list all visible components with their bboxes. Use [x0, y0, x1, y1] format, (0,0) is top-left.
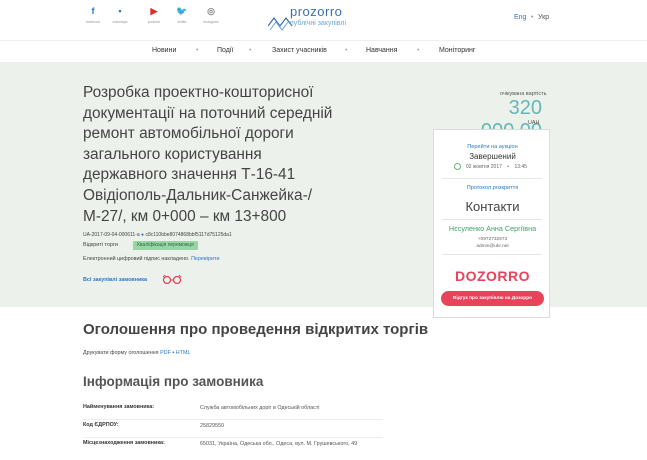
main-nav: Новини • Події • Захист учасників • Навч…	[0, 40, 647, 63]
nav-news[interactable]: Новини	[152, 47, 176, 54]
info-key: Найменування замовника:	[83, 404, 155, 410]
info-row: Код ЄДРПОУ: 25829550	[83, 422, 383, 438]
auction-time: 13:45	[514, 164, 527, 170]
announcement-heading: Оголошення про проведення відкритих торг…	[83, 321, 429, 338]
lang-separator: •	[531, 14, 534, 21]
separator-dot: •	[172, 350, 175, 356]
status-badge: Кваліфікація переможця	[133, 241, 198, 250]
tender-sidebar-card: Перейти на аукціон Завершений 02 жовтня …	[433, 129, 550, 318]
divider	[442, 254, 542, 255]
procedure-type: Відкриті торги	[83, 242, 118, 248]
nav-dot: •	[345, 47, 348, 54]
print-form-line: Друкувати форму оголошення PDF • HTML	[83, 350, 190, 356]
info-key: Місцезнаходження замовника:	[83, 440, 165, 446]
social-label: youtube	[147, 20, 161, 24]
print-label: Друкувати форму оголошення	[83, 350, 159, 356]
contact-name: Нєсуленко Анна Сергіївна	[448, 224, 537, 233]
instagram-icon: ◎	[207, 6, 215, 16]
auction-link[interactable]: Перейти на аукціон	[434, 144, 551, 150]
tender-title: Розробка проектно-кошторисної документац…	[83, 84, 333, 225]
social-label: instagram	[203, 20, 219, 24]
nav-dot: •	[249, 47, 252, 54]
customer-info-heading: Інформація про замовника	[83, 374, 264, 389]
info-key: Код ЄДРПОУ:	[83, 422, 119, 428]
contact-phone[interactable]: +0972732673	[434, 237, 551, 242]
contact-email[interactable]: admin@ukr.net	[434, 244, 551, 249]
twitter-icon: 🐦	[176, 6, 188, 16]
protocol-link[interactable]: Протокол розкриття	[434, 185, 551, 191]
youtube-icon: ▶	[150, 6, 158, 16]
print-pdf-link[interactable]: PDF	[160, 350, 171, 356]
divider	[442, 219, 542, 220]
facebook-icon: f	[91, 6, 95, 16]
all-purchases-link[interactable]: Всі закупівлі замовника	[83, 277, 147, 283]
glasses-icon[interactable]	[162, 274, 182, 284]
social-label: facebook	[85, 20, 101, 24]
auction-datetime: 02 жовтня 2017 • 13:45	[454, 164, 527, 170]
social-label: twitter	[177, 20, 187, 24]
lang-en[interactable]: Eng	[514, 14, 526, 21]
auction-status: Завершений	[469, 152, 516, 161]
nav-training[interactable]: Навчання	[366, 47, 397, 54]
tender-id: UA-2017-09-04-000611-a	[83, 232, 140, 238]
info-value: 25829550	[200, 423, 224, 429]
logo-text[interactable]: prozorro	[290, 4, 342, 19]
verify-signature-link[interactable]: Перевірити	[191, 256, 219, 262]
top-bar: f facebook ▪ videotape ▶ youtube 🐦 twitt…	[0, 0, 647, 40]
nav-protection[interactable]: Захист учасників	[272, 47, 327, 54]
signature-line: Електронний цифровий підпис накладено. П…	[83, 256, 219, 262]
nav-events[interactable]: Події	[217, 47, 233, 54]
social-instagram[interactable]: ◎ instagram	[191, 6, 231, 24]
contacts-title: Контакти	[465, 199, 520, 214]
social-label: videotape	[112, 20, 128, 24]
tender-hash: c8c110bbe8074868bbf5117d75125da1	[145, 232, 232, 238]
nav-dot: •	[196, 47, 199, 54]
logo-tagline: публічні закупівлі	[290, 20, 347, 27]
nav-dot: •	[417, 47, 420, 54]
document-icon: ▪	[118, 6, 122, 16]
info-value: Служба автомобільних доріг в Одеській об…	[200, 405, 320, 411]
info-row: Місцезнаходження замовника: 65031, Украї…	[83, 440, 383, 460]
tender-id-line: UA-2017-09-04-000611-a ● c8c110bbe807486…	[83, 232, 232, 238]
info-value: 65031, Україна, Одеська обл., Одеса, вул…	[200, 441, 358, 447]
dozorro-logo: DOZORRO	[454, 268, 531, 284]
lang-uk[interactable]: Укр	[538, 14, 549, 21]
estimate-currency: UAH	[528, 120, 540, 126]
nav-monitoring[interactable]: Моніторинг	[439, 47, 475, 54]
separator-dot: •	[507, 164, 510, 170]
print-html-link[interactable]: HTML	[176, 350, 191, 356]
dozorro-review-button[interactable]: Відгук про закупівлю на Дозорро	[441, 291, 544, 306]
divider	[442, 178, 542, 179]
info-row: Найменування замовника: Служба автомобіл…	[83, 404, 383, 420]
auction-date: 02 жовтня 2017	[466, 164, 502, 170]
signature-text: Електронний цифровий підпис накладено.	[83, 256, 190, 262]
